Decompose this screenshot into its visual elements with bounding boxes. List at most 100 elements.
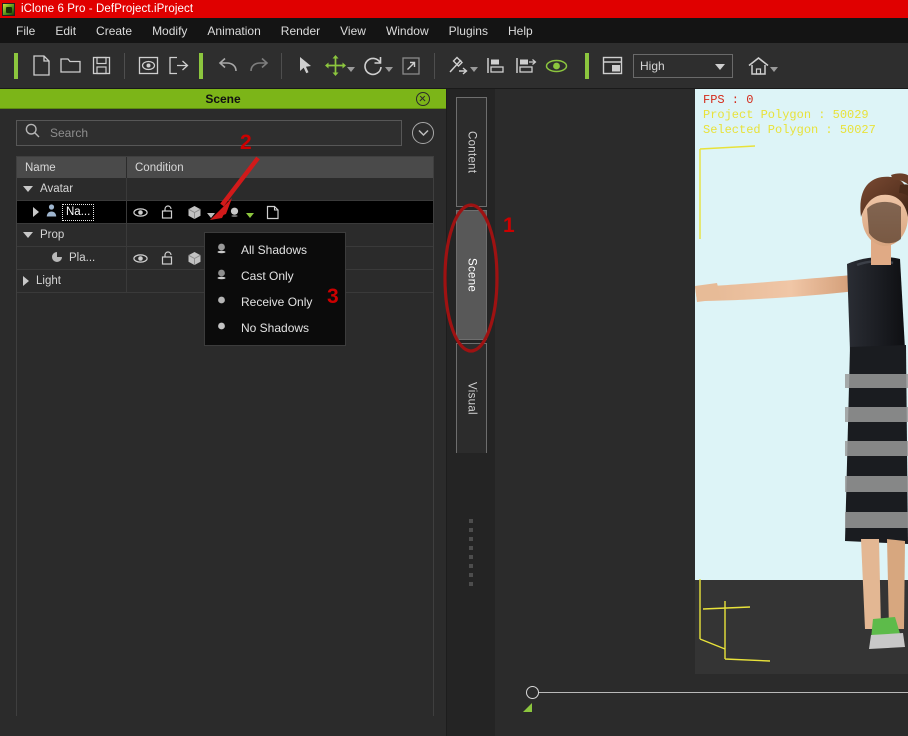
menu-render[interactable]: Render	[271, 21, 330, 41]
redo-icon[interactable]	[243, 51, 273, 81]
chevron-down-circle-icon[interactable]	[412, 122, 434, 144]
menu-item-no-shadows[interactable]: No Shadows	[205, 315, 345, 341]
eye-icon[interactable]	[133, 253, 148, 264]
menu-view[interactable]: View	[330, 21, 376, 41]
scale-tool-icon[interactable]	[396, 51, 426, 81]
align-left-icon[interactable]	[481, 51, 511, 81]
tab-scene[interactable]: Scene	[456, 210, 487, 340]
move-tool-icon[interactable]	[320, 51, 350, 81]
expander-right-icon[interactable]	[33, 207, 39, 217]
page-corner-icon[interactable]	[266, 205, 279, 220]
render-canvas[interactable]: FPS : 0 Project Polygon : 50029 Selected…	[695, 89, 908, 674]
expander-down-icon[interactable]	[23, 186, 33, 192]
tab-content[interactable]: Content	[456, 97, 487, 207]
menu-create[interactable]: Create	[86, 21, 142, 41]
new-project-icon[interactable]	[26, 51, 56, 81]
menu-help[interactable]: Help	[498, 21, 543, 41]
shadow-sphere-icon[interactable]	[228, 206, 254, 219]
home-view-dropdown-caret[interactable]	[770, 67, 778, 72]
tree-label: Pla...	[69, 252, 96, 264]
expander-down-icon[interactable]	[23, 232, 33, 238]
column-header-condition: Condition	[135, 161, 184, 174]
timeline-bar[interactable]	[495, 678, 908, 712]
hud-selected-polygon: Selected Polygon : 50027	[703, 123, 876, 137]
menu-item-all-shadows[interactable]: All Shadows	[205, 237, 345, 263]
tree-cell-name[interactable]: Na...	[17, 201, 127, 223]
scene-tree-header: Name Condition	[17, 157, 433, 178]
menu-plugins[interactable]: Plugins	[439, 21, 498, 41]
menu-edit[interactable]: Edit	[45, 21, 86, 41]
expander-right-icon[interactable]	[23, 276, 29, 286]
layout-window-icon[interactable]	[597, 51, 627, 81]
tab-label: Content	[465, 130, 478, 174]
menu-animation[interactable]: Animation	[197, 21, 270, 41]
hud-project-polygon: Project Polygon : 50029	[703, 108, 869, 122]
render-quality-value: High	[640, 58, 665, 73]
timeline-start-marker[interactable]	[523, 703, 532, 712]
mesh-cube-icon[interactable]	[187, 205, 215, 220]
align-right-icon[interactable]	[511, 51, 541, 81]
menu-window[interactable]: Window	[376, 21, 439, 41]
column-header-name: Name	[17, 157, 127, 178]
unlock-icon[interactable]	[161, 251, 174, 265]
right-tab-strip: Content Scene Visual	[447, 89, 495, 736]
shadow-mode-dropdown-menu: All Shadows Cast Only Receive Only No Sh…	[204, 232, 346, 346]
tree-label: Avatar	[40, 183, 74, 195]
shadow-dropdown-caret[interactable]	[246, 212, 254, 218]
preview-icon[interactable]	[133, 51, 163, 81]
node-name-input[interactable]: Na...	[62, 203, 95, 221]
tree-row-avatar-item[interactable]: Na...	[17, 201, 433, 224]
search-input[interactable]	[50, 126, 389, 140]
search-icon	[25, 123, 40, 143]
unlock-icon[interactable]	[161, 205, 174, 219]
eye-icon[interactable]	[133, 207, 148, 218]
menu-modify[interactable]: Modify	[142, 21, 197, 41]
close-icon[interactable]	[416, 92, 430, 106]
tree-cell-name[interactable]: Prop	[17, 224, 127, 246]
menu-item-label: All Shadows	[241, 243, 308, 257]
menu-item-receive-only[interactable]: Receive Only	[205, 289, 345, 315]
timeline-track[interactable]	[535, 692, 908, 693]
shadow-none-icon	[215, 320, 228, 336]
tree-cell-condition	[127, 201, 433, 223]
tree-row-avatar-group[interactable]: Avatar	[17, 178, 433, 201]
open-project-icon[interactable]	[56, 51, 86, 81]
window-title: iClone 6 Pro - DefProject.iProject	[21, 3, 194, 15]
eye-visibility-icon[interactable]	[541, 51, 571, 81]
shadow-full-icon	[215, 242, 228, 258]
link-tool-dropdown-caret[interactable]	[470, 67, 478, 72]
menu-file[interactable]: File	[6, 21, 45, 41]
tab-visual[interactable]: Visual	[456, 343, 487, 453]
iclone-logo-icon	[2, 2, 15, 16]
undo-icon[interactable]	[213, 51, 243, 81]
export-icon[interactable]	[163, 51, 193, 81]
home-view-icon[interactable]	[743, 51, 773, 81]
viewport-hud: FPS : 0 Project Polygon : 50029 Selected…	[703, 93, 876, 138]
avatar-character-model[interactable]	[695, 89, 908, 674]
link-tool-icon[interactable]	[443, 51, 473, 81]
move-tool-dropdown-caret[interactable]	[347, 67, 355, 72]
select-tool-icon[interactable]	[290, 51, 320, 81]
scene-search-box[interactable]	[16, 120, 402, 146]
menu-item-label: Cast Only	[241, 269, 294, 283]
tree-cell-condition	[127, 178, 433, 200]
drag-dots-handle[interactable]	[469, 519, 473, 591]
prop-icon	[51, 251, 63, 266]
render-quality-select[interactable]: High	[633, 53, 733, 78]
hud-fps: FPS : 0	[703, 93, 754, 107]
tree-cell-name[interactable]: Pla...	[17, 247, 127, 269]
rotate-tool-icon[interactable]	[358, 51, 388, 81]
save-project-icon[interactable]	[86, 51, 116, 81]
tree-cell-name[interactable]: Light	[17, 270, 127, 292]
tab-label: Visual	[465, 382, 478, 415]
menu-item-cast-only[interactable]: Cast Only	[205, 263, 345, 289]
timeline-playhead-knob[interactable]	[526, 686, 539, 699]
tree-cell-name[interactable]: Avatar	[17, 178, 127, 200]
tree-label: Light	[36, 275, 61, 287]
3d-viewport[interactable]: FPS : 0 Project Polygon : 50029 Selected…	[495, 89, 908, 736]
mesh-dropdown-caret[interactable]	[207, 212, 215, 218]
toolbar-divider-3	[434, 52, 435, 79]
menu-item-label: No Shadows	[241, 321, 310, 335]
rotate-tool-dropdown-caret[interactable]	[385, 67, 393, 72]
toolbar-accent-bar-left	[14, 52, 18, 79]
